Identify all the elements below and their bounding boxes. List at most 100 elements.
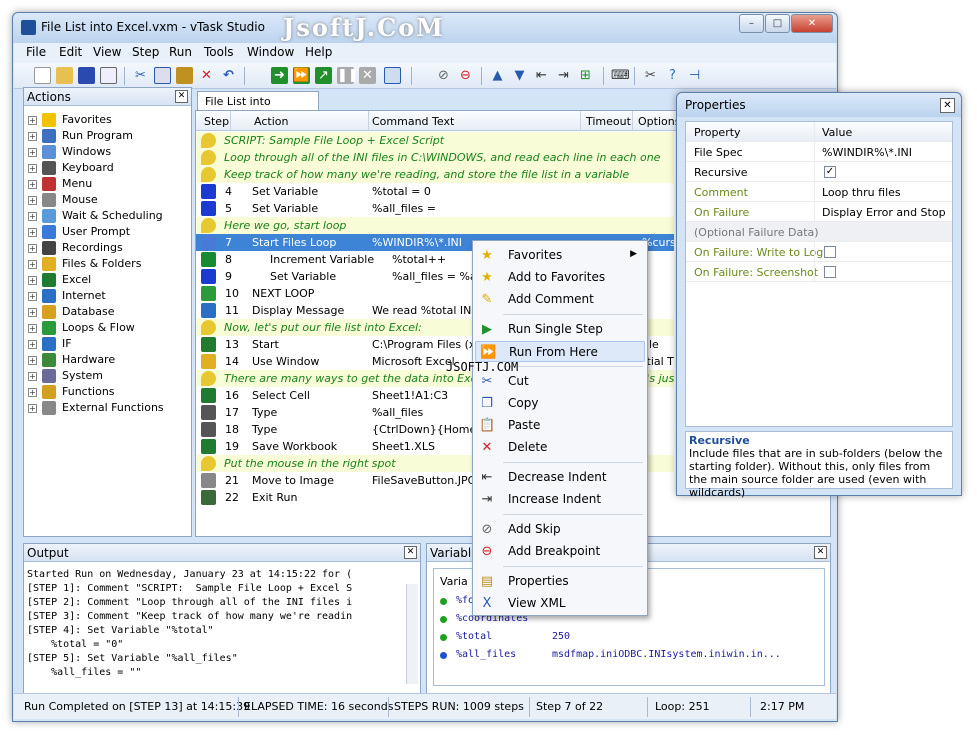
- close-panel-icon[interactable]: ✕: [814, 546, 827, 559]
- comment-row[interactable]: Loop through all of the INI files in C:\…: [196, 149, 674, 166]
- context-menu-item[interactable]: ✕ Delete: [475, 437, 645, 458]
- property-row[interactable]: On Failure: Write to Log: [686, 242, 952, 262]
- title-bar[interactable]: File List into Excel.vxm - vTask Studio …: [13, 13, 837, 43]
- property-row[interactable]: (Optional Failure Data): [686, 222, 952, 242]
- close-panel-icon[interactable]: ✕: [175, 90, 188, 103]
- context-menu-item[interactable]: ▶ Run Single Step: [475, 319, 645, 340]
- context-menu-item[interactable]: ⊘ Add Skip: [475, 519, 645, 540]
- expand-icon[interactable]: +: [28, 196, 37, 205]
- property-row[interactable]: On Failure: Screenshot: [686, 262, 952, 282]
- expand-icon[interactable]: +: [28, 292, 37, 301]
- property-checkbox[interactable]: ✓: [824, 166, 836, 178]
- menu-tools[interactable]: Tools: [204, 45, 234, 59]
- expand-icon[interactable]: +: [28, 212, 37, 221]
- property-checkbox[interactable]: [824, 246, 836, 258]
- expand-icon[interactable]: +: [28, 164, 37, 173]
- property-value[interactable]: Display Error and Stop: [822, 206, 946, 219]
- close-button[interactable]: ✕: [791, 14, 833, 33]
- script-step-row[interactable]: 5 Set Variable %all_files =: [196, 200, 674, 217]
- properties-title-bar[interactable]: Properties ✕: [677, 93, 961, 117]
- skip-icon[interactable]: ⊘: [435, 67, 452, 84]
- paste-icon[interactable]: [176, 67, 193, 84]
- context-menu-item[interactable]: 📋 Paste: [475, 415, 645, 436]
- property-row[interactable]: Recursive ✓: [686, 162, 952, 182]
- script-step-row[interactable]: 4 Set Variable %total = 0: [196, 183, 674, 200]
- property-row[interactable]: On Failure Display Error and Stop: [686, 202, 952, 222]
- run-from-here-icon[interactable]: ⏩: [293, 67, 310, 84]
- column-header-step[interactable]: Step: [204, 115, 229, 128]
- open-folder-icon[interactable]: [56, 67, 73, 84]
- copy-icon[interactable]: [154, 67, 171, 84]
- context-menu-item[interactable]: ✂ Cut: [475, 371, 645, 392]
- move-down-icon[interactable]: ▼: [511, 67, 528, 84]
- expand-icon[interactable]: +: [28, 324, 37, 333]
- minimize-button[interactable]: –: [739, 14, 764, 33]
- expand-icon[interactable]: +: [28, 148, 37, 157]
- column-header-timeout[interactable]: Timeout: [586, 115, 631, 128]
- comment-row[interactable]: Here we go, start loop: [196, 217, 674, 234]
- menu-help[interactable]: Help: [305, 45, 332, 59]
- close-panel-icon[interactable]: ✕: [404, 546, 417, 559]
- record-screen-icon[interactable]: [384, 67, 401, 84]
- menu-edit[interactable]: Edit: [59, 45, 82, 59]
- expand-icon[interactable]: +: [28, 132, 37, 141]
- cut-icon[interactable]: ✂: [132, 67, 149, 84]
- comment-row[interactable]: SCRIPT: Sample File Loop + Excel Script: [196, 132, 674, 149]
- context-menu-item[interactable]: ★ Favorites ▶: [475, 245, 645, 266]
- expand-icon[interactable]: +: [28, 116, 37, 125]
- maximize-button[interactable]: □: [765, 14, 790, 33]
- pin-icon[interactable]: ⊣: [686, 67, 703, 84]
- increase-indent-icon[interactable]: ⇥: [555, 67, 572, 84]
- pause-icon[interactable]: ❚❚: [337, 67, 359, 84]
- delete-icon[interactable]: ✕: [198, 67, 215, 84]
- expand-icon[interactable]: +: [28, 228, 37, 237]
- output-log[interactable]: Started Run on Wednesday, January 23 at …: [27, 568, 407, 690]
- menu-view[interactable]: View: [93, 45, 121, 59]
- expand-icon[interactable]: +: [28, 308, 37, 317]
- decrease-indent-icon[interactable]: ⇤: [533, 67, 550, 84]
- run-step-icon[interactable]: ↗: [315, 67, 332, 84]
- context-menu-item[interactable]: ⊖ Add Breakpoint: [475, 541, 645, 562]
- property-row[interactable]: File Spec %WINDIR%\*.INI: [686, 142, 952, 162]
- comment-row[interactable]: Keep track of how many we're reading, an…: [196, 166, 674, 183]
- property-value[interactable]: Loop thru files: [822, 186, 901, 199]
- undo-icon[interactable]: ↶: [220, 67, 237, 84]
- column-header-action[interactable]: Action: [254, 115, 288, 128]
- tab-script-file[interactable]: File List into Excel.vxm: [197, 91, 319, 121]
- expand-icon[interactable]: +: [28, 372, 37, 381]
- close-icon[interactable]: ✕: [940, 98, 955, 113]
- expand-icon[interactable]: +: [28, 180, 37, 189]
- run-icon[interactable]: ➜: [271, 67, 288, 84]
- help-icon[interactable]: ?: [664, 67, 681, 84]
- expand-icon[interactable]: ⊞: [577, 67, 594, 84]
- expand-icon[interactable]: +: [28, 244, 37, 253]
- expand-icon[interactable]: +: [28, 356, 37, 365]
- menu-step[interactable]: Step: [132, 45, 159, 59]
- expand-icon[interactable]: +: [28, 404, 37, 413]
- context-menu-item[interactable]: ★ Add to Favorites: [475, 267, 645, 288]
- context-menu-item[interactable]: ⇤ Decrease Indent: [475, 467, 645, 488]
- new-file-icon[interactable]: [34, 67, 51, 84]
- context-menu-item[interactable]: ▤ Properties: [475, 571, 645, 592]
- menu-file[interactable]: File: [26, 45, 46, 59]
- property-value[interactable]: %WINDIR%\*.INI: [822, 146, 912, 159]
- column-header-options[interactable]: Options: [638, 115, 680, 128]
- context-menu-item[interactable]: ⇥ Increase Indent: [475, 489, 645, 510]
- context-menu-item[interactable]: X View XML: [475, 593, 645, 614]
- keyboard-icon[interactable]: ⌨: [611, 67, 630, 84]
- property-row[interactable]: Comment Loop thru files: [686, 182, 952, 202]
- property-checkbox[interactable]: [824, 266, 836, 278]
- column-header-command[interactable]: Command Text: [372, 115, 454, 128]
- context-menu-item[interactable]: ❐ Copy: [475, 393, 645, 414]
- expand-icon[interactable]: +: [28, 260, 37, 269]
- menu-run[interactable]: Run: [169, 45, 192, 59]
- menu-window[interactable]: Window: [247, 45, 294, 59]
- print-preview-icon[interactable]: [100, 67, 117, 84]
- expand-icon[interactable]: +: [28, 340, 37, 349]
- save-icon[interactable]: [78, 67, 95, 84]
- expand-icon[interactable]: +: [28, 388, 37, 397]
- output-scrollbar[interactable]: [406, 584, 418, 684]
- context-menu-item[interactable]: ⏩ Run From Here: [475, 341, 645, 362]
- expand-icon[interactable]: +: [28, 276, 37, 285]
- context-menu-item[interactable]: ✎ Add Comment: [475, 289, 645, 310]
